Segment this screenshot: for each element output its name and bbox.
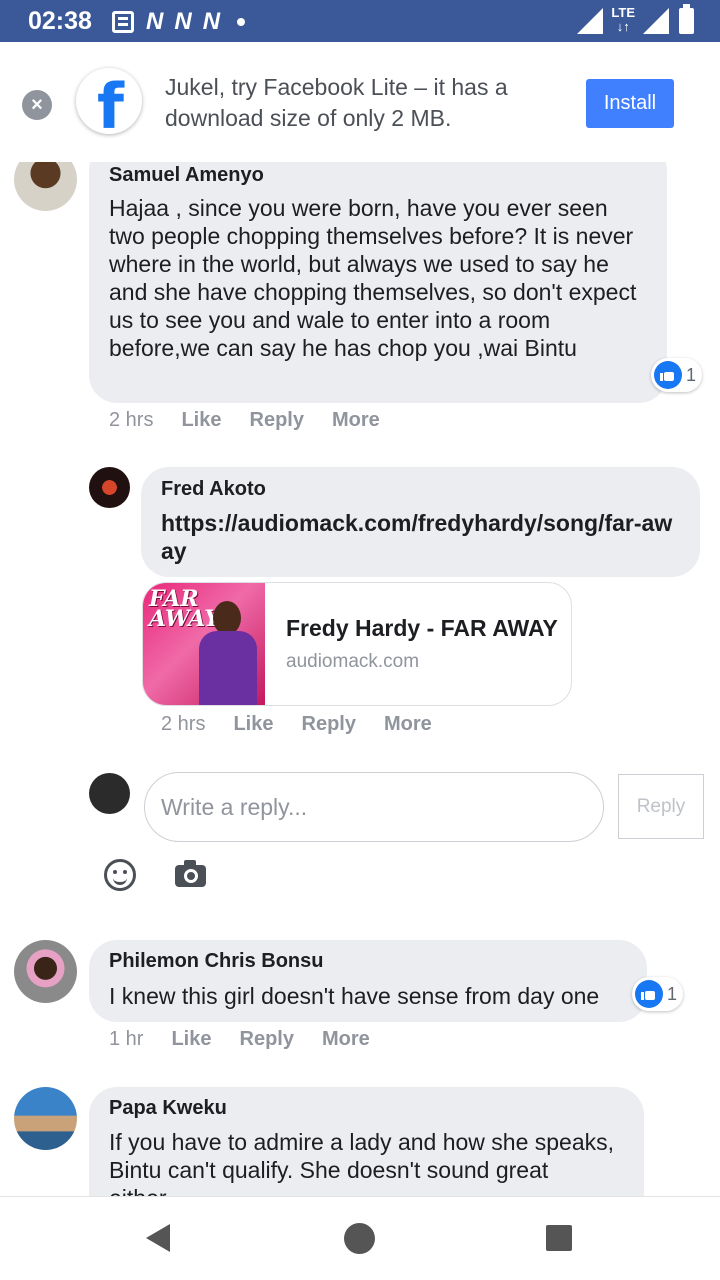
lte-indicator: LTE ↓↑ (611, 5, 635, 34)
smile-icon[interactable] (104, 859, 136, 891)
notification-n-icon: N (146, 8, 163, 35)
more-button[interactable]: More (384, 713, 432, 736)
notification-icons: N N N (112, 8, 246, 36)
reply-button[interactable]: Reply (240, 1028, 294, 1051)
more-button[interactable]: More (322, 1028, 370, 1051)
comment-link-text[interactable]: https://audiomack.com/fredyhardy/song/fa… (161, 509, 681, 565)
like-button[interactable]: Like (181, 409, 221, 432)
navigation-bar (0, 1196, 720, 1280)
link-preview-card[interactable]: FAR AWAY Fredy Hardy - FAR AWAY audiomac… (142, 582, 572, 706)
recent-apps-icon[interactable] (546, 1225, 572, 1251)
comment-author[interactable]: Papa Kweku (109, 1097, 227, 1120)
camera-icon[interactable] (175, 860, 206, 887)
home-icon[interactable] (344, 1223, 375, 1254)
like-icon (654, 361, 682, 389)
comment-time: 2 hrs (109, 409, 154, 431)
reaction-count: 1 (667, 983, 678, 1004)
battery-icon (679, 4, 694, 34)
comment-text: If you have to admire a lady and how she… (109, 1129, 615, 1196)
like-button[interactable]: Like (233, 713, 273, 736)
notification-n-icon: N (174, 8, 191, 35)
reaction-count: 1 (686, 364, 697, 385)
comment-author[interactable]: Philemon Chris Bonsu (109, 950, 323, 973)
more-notifications-icon (237, 18, 246, 26)
install-button[interactable]: Install (586, 79, 674, 128)
link-title: Fredy Hardy - FAR AWAY (286, 615, 558, 641)
cell-signal-icon (643, 8, 669, 34)
thumbnail-title: FAR AWAY (149, 586, 220, 632)
reply-button[interactable]: Reply (302, 713, 356, 736)
avatar[interactable] (14, 1087, 77, 1150)
more-button[interactable]: More (332, 409, 380, 432)
back-icon[interactable] (146, 1224, 170, 1252)
comment-text: Hajaa , since you were born, have you ev… (109, 195, 637, 361)
reply-submit-button[interactable]: Reply (618, 774, 704, 839)
reply-input[interactable]: Write a reply... (144, 772, 604, 842)
comment-author[interactable]: Samuel Amenyo (109, 164, 264, 187)
comment-text: I knew this girl doesn't have sense from… (109, 983, 600, 1009)
wifi-signal-icon (577, 8, 604, 34)
avatar[interactable] (14, 162, 77, 211)
artist-image (199, 601, 257, 705)
like-icon (635, 980, 663, 1008)
facebook-logo-icon: f (76, 68, 142, 143)
comment-actions: 1 hr Like Reply More (109, 1028, 398, 1051)
comment-time: 1 hr (109, 1028, 144, 1050)
facebook-lite-banner: × f Jukel, try Facebook Lite – it has a … (0, 42, 720, 162)
reply-button[interactable]: Reply (250, 409, 304, 432)
status-bar: 02:38 N N N LTE ↓↑ (0, 0, 720, 42)
comments-list: Samuel Amenyo Hajaa , since you were bor… (0, 162, 720, 1196)
comment-actions: 2 hrs Like Reply More (161, 713, 460, 736)
link-domain: audiomack.com (286, 651, 420, 672)
avatar[interactable] (89, 467, 130, 508)
link-thumbnail: FAR AWAY (143, 583, 265, 705)
notification-n-icon: N (202, 8, 220, 35)
like-button[interactable]: Like (171, 1028, 211, 1051)
comment-author[interactable]: Fred Akoto (161, 478, 266, 501)
system-icons: LTE ↓↑ (577, 4, 694, 34)
current-user-avatar (89, 773, 130, 814)
banner-text: Jukel, try Facebook Lite – it has a down… (165, 74, 508, 131)
reaction-badge[interactable]: 1 (632, 977, 684, 1011)
avatar[interactable] (14, 940, 77, 1003)
comment-actions: 2 hrs Like Reply More (109, 409, 408, 432)
message-icon (112, 11, 134, 33)
close-icon[interactable]: × (22, 90, 52, 120)
status-time: 02:38 (28, 7, 92, 35)
reaction-badge[interactable]: 1 (651, 358, 703, 392)
comment-time: 2 hrs (161, 713, 206, 735)
